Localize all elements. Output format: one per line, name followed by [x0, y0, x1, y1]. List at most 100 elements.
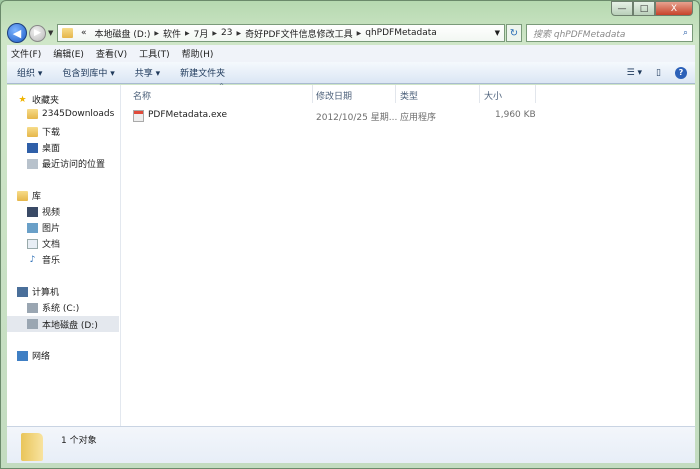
file-size: 1,960 KB — [495, 110, 536, 120]
sidebar-item-c-drive[interactable]: 系统 (C:) — [27, 301, 79, 314]
organize-button[interactable]: 组织 ▾ — [17, 66, 42, 79]
sidebar-item-videos[interactable]: 视频 — [27, 205, 60, 218]
sidebar-libraries[interactable]: 库 — [17, 189, 41, 202]
sort-ascending-icon: ^ — [219, 83, 225, 90]
menu-tools[interactable]: 工具(T) — [139, 47, 170, 60]
sidebar-label: 图片 — [42, 224, 61, 234]
file-row[interactable]: PDFMetadata.exe 2012/10/25 星期... 应用程序 1,… — [133, 109, 583, 123]
breadcrumb-d-drive[interactable]: 本地磁盘 (D:) — [95, 27, 151, 40]
navigation-pane: ★ 收藏夹 2345Downloads 下载 桌面 最近访问的位置 库 视频 图片… — [7, 85, 121, 426]
sidebar-label: 计算机 — [32, 288, 60, 298]
library-icon — [17, 190, 28, 201]
folder-icon — [21, 433, 43, 461]
column-date[interactable]: 修改日期 — [316, 89, 352, 102]
help-icon[interactable]: ? — [675, 66, 687, 79]
computer-icon — [17, 286, 28, 297]
desktop-icon — [27, 142, 38, 153]
new-folder-button[interactable]: 新建文件夹 — [180, 66, 225, 79]
breadcrumb-july[interactable]: 7月 — [194, 27, 209, 40]
sidebar-label: 2345Downloads — [42, 109, 115, 119]
chevron-right-icon[interactable]: ▶ — [236, 30, 241, 37]
star-icon: ★ — [18, 94, 27, 105]
downloads-folder-icon — [27, 126, 38, 137]
preview-pane-icon[interactable]: ▯ — [656, 68, 661, 78]
sidebar-label: 本地磁盘 (D:) — [42, 320, 98, 331]
refresh-button[interactable]: ↻ — [506, 24, 522, 42]
folder-icon — [62, 28, 73, 38]
menu-help[interactable]: 帮助(H) — [182, 47, 214, 60]
file-name: PDFMetadata.exe — [148, 110, 227, 120]
sidebar-item-d-drive[interactable]: 本地磁盘 (D:) — [7, 316, 119, 332]
item-count: 1 个对象 — [61, 436, 97, 446]
minimize-button[interactable]: — — [611, 1, 633, 16]
file-type: 应用程序 — [400, 113, 437, 123]
breadcrumb-current[interactable]: qhPDFMetadata — [365, 28, 437, 38]
sidebar-label: 最近访问的位置 — [42, 160, 106, 170]
exe-file-icon — [133, 110, 144, 122]
chevron-right-icon[interactable]: ▶ — [357, 30, 362, 37]
recent-pages-dropdown[interactable]: ▼ — [48, 29, 53, 37]
arrow-right-icon: ▶ — [34, 28, 41, 38]
sidebar-network[interactable]: 网络 — [17, 349, 50, 362]
file-date: 2012/10/25 星期... — [316, 113, 398, 123]
recent-places-icon — [27, 158, 38, 169]
sidebar-item-downloads[interactable]: 下载 — [27, 125, 60, 138]
sidebar-item-documents[interactable]: 文档 — [27, 237, 60, 250]
sidebar-item-2345downloads[interactable]: 2345Downloads — [27, 109, 114, 119]
search-icon[interactable]: ⌕ — [683, 28, 688, 38]
sidebar-item-pictures[interactable]: 图片 — [27, 221, 60, 234]
command-bar: 组织 ▾ 包含到库中 ▾ 共享 ▾ 新建文件夹 ☰ ▾ ▯ ? — [7, 62, 695, 84]
sidebar-computer[interactable]: 计算机 — [17, 285, 59, 298]
close-button[interactable]: X — [655, 1, 693, 16]
breadcrumb-tool[interactable]: 奇好PDF文件信息修改工具 — [245, 27, 353, 40]
address-bar[interactable]: « 本地磁盘 (D:) ▶ 软件 ▶ 7月 ▶ 23 ▶ 奇好PDF文件信息修改工具 ▶ … — [57, 24, 505, 42]
chevron-right-icon[interactable]: ▶ — [185, 30, 190, 37]
menu-edit[interactable]: 编辑(E) — [53, 47, 84, 60]
column-headers: 名称 ^ 修改日期 类型 大小 — [129, 83, 695, 103]
menu-bar: 文件(F) 编辑(E) 查看(V) 工具(T) 帮助(H) — [7, 45, 695, 62]
sidebar-label: 收藏夹 — [32, 96, 60, 106]
column-name[interactable]: 名称 — [133, 89, 151, 102]
search-placeholder: 搜索 qhPDFMetadata — [533, 29, 626, 40]
chevron-right-icon[interactable]: ▶ — [212, 30, 217, 37]
sidebar-item-music[interactable]: ♪ 音乐 — [27, 253, 61, 267]
maximize-button[interactable]: □ — [633, 1, 655, 16]
sidebar-label: 系统 (C:) — [42, 304, 80, 314]
drive-icon — [27, 319, 38, 329]
share-button[interactable]: 共享 ▾ — [135, 66, 160, 79]
breadcrumb-overflow[interactable]: « — [81, 28, 87, 38]
column-type[interactable]: 类型 — [400, 89, 418, 102]
music-icon: ♪ — [29, 254, 36, 265]
details-pane: 1 个对象 — [7, 426, 695, 463]
breadcrumb-23[interactable]: 23 — [221, 28, 232, 38]
drive-icon — [27, 302, 38, 313]
sidebar-label: 文档 — [42, 240, 61, 250]
sidebar-label: 音乐 — [42, 256, 61, 266]
sidebar-label: 库 — [32, 192, 42, 202]
sidebar-label: 下载 — [42, 128, 61, 138]
include-in-library-button[interactable]: 包含到库中 ▾ — [62, 66, 114, 79]
back-button[interactable]: ◀ — [7, 23, 27, 43]
chevron-right-icon[interactable]: ▶ — [154, 30, 159, 37]
network-icon — [17, 350, 28, 361]
folder-icon — [27, 109, 38, 119]
column-size[interactable]: 大小 — [484, 89, 502, 102]
content-pane: ★ 收藏夹 2345Downloads 下载 桌面 最近访问的位置 库 视频 图片… — [7, 83, 695, 426]
video-icon — [27, 206, 38, 217]
view-options-icon[interactable]: ☰ ▾ — [627, 68, 642, 78]
address-dropdown-icon[interactable]: ▼ — [495, 29, 500, 37]
refresh-icon: ↻ — [509, 27, 519, 39]
menu-view[interactable]: 查看(V) — [96, 47, 127, 60]
menu-file[interactable]: 文件(F) — [11, 47, 41, 60]
sidebar-favorites[interactable]: ★ 收藏夹 — [17, 93, 60, 107]
sidebar-label: 网络 — [32, 352, 51, 362]
arrow-left-icon: ◀ — [12, 26, 22, 40]
search-input[interactable]: 搜索 qhPDFMetadata ⌕ — [526, 24, 693, 42]
explorer-window: — □ X ◀ ▶ ▼ « 本地磁盘 (D:) ▶ 软件 ▶ 7月 ▶ 23 ▶ 奇好P… — [0, 0, 700, 469]
sidebar-item-desktop[interactable]: 桌面 — [27, 141, 60, 154]
documents-icon — [27, 238, 38, 249]
sidebar-item-recent[interactable]: 最近访问的位置 — [27, 157, 105, 170]
pictures-icon — [27, 222, 38, 233]
forward-button[interactable]: ▶ — [29, 24, 46, 42]
breadcrumb-software[interactable]: 软件 — [163, 27, 181, 40]
